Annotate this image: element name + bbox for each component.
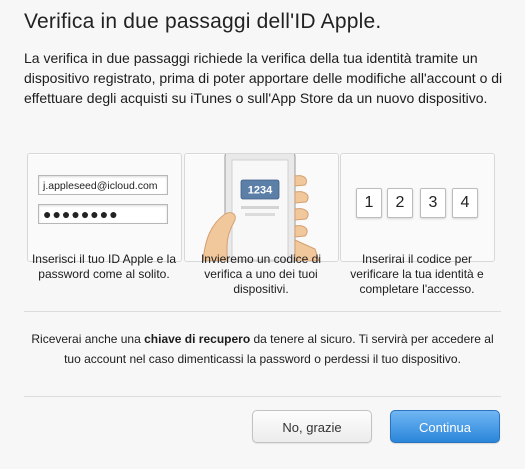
no-thanks-button[interactable]: No, grazie <box>252 410 372 443</box>
step-login-illustration: j.appleseed@icloud.com ●●●●●●●● <box>27 153 182 262</box>
recovery-key-highlight: chiave di recupero <box>144 332 251 346</box>
hand-holding-phone-icon: 1234 <box>202 154 320 261</box>
password-field-image: ●●●●●●●● <box>38 204 168 224</box>
divider <box>24 396 501 397</box>
code-digit-2: 2 <box>387 188 413 218</box>
step-code-caption: Inserirai il codice per verificare la tu… <box>350 252 484 296</box>
code-digit-4: 4 <box>452 188 478 218</box>
recovery-key-notice: Riceverai anche una chiave di recupero d… <box>24 329 501 369</box>
notice-text-start: Riceverai anche una <box>31 332 145 346</box>
divider <box>24 311 501 312</box>
step-login-caption: Inserisci il tuo ID Apple e la password … <box>31 252 177 281</box>
step-device-caption: Invieremo un codice di verifica a uno de… <box>200 252 322 296</box>
apple-id-field-image: j.appleseed@icloud.com <box>38 175 168 195</box>
step-device-illustration: 1234 <box>184 153 339 262</box>
code-digit-1: 1 <box>356 188 382 218</box>
code-digit-3: 3 <box>420 188 446 218</box>
step-code-illustration: 1 2 3 4 <box>340 153 495 262</box>
phone-code-text: 1234 <box>248 185 273 197</box>
intro-text: La verifica in due passaggi richiede la … <box>24 50 503 106</box>
dialog-title: Verifica in due passaggi dell'ID Apple. <box>24 10 382 33</box>
continue-button[interactable]: Continua <box>390 410 500 443</box>
